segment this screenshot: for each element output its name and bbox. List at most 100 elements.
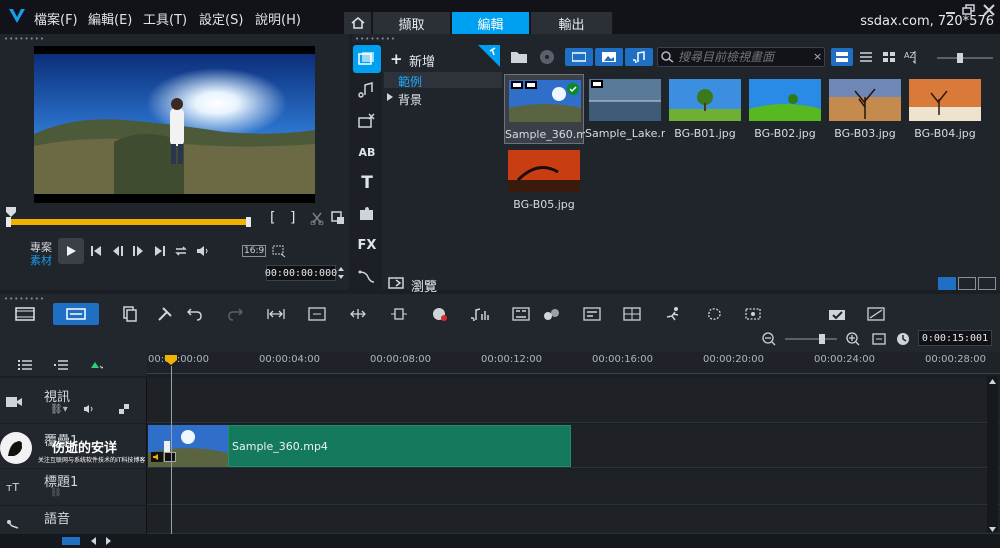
undo-icon[interactable] — [184, 303, 206, 325]
previous-frame-icon[interactable] — [107, 240, 129, 262]
scroll-down-icon[interactable] — [989, 525, 996, 533]
mute-icon[interactable] — [83, 404, 95, 414]
fx-text-icon[interactable]: FX — [353, 231, 381, 259]
tree-item-samples[interactable]: 範例 — [398, 73, 422, 90]
tab-edit[interactable]: 編輯 — [452, 12, 530, 34]
media-icon[interactable] — [353, 45, 381, 73]
thumbnail-bg-b05[interactable]: BG-B05.jpg — [504, 145, 584, 215]
home-start-icon[interactable] — [85, 240, 107, 262]
pin-icon[interactable] — [478, 45, 500, 67]
thumbnail-sample-360[interactable]: Sample_360.m... — [504, 74, 585, 144]
scroll-thumb[interactable] — [62, 537, 80, 545]
stretch-icon[interactable] — [347, 303, 369, 325]
aspect-ratio-button[interactable]: 16:9 — [242, 245, 267, 257]
mark-in-button[interactable]: [ — [270, 210, 275, 226]
track-manager-icon[interactable] — [14, 354, 36, 376]
menu-settings[interactable]: 設定(S) — [199, 9, 243, 28]
timecode-stepper[interactable] — [337, 264, 345, 282]
library-view-a-icon[interactable] — [938, 277, 956, 290]
add-folder-plus-icon[interactable]: + — [390, 50, 403, 68]
search-clear-icon[interactable]: × — [813, 50, 822, 63]
pan-zoom-icon[interactable] — [742, 303, 764, 325]
sound-effect-icon[interactable] — [865, 303, 887, 325]
link-icon[interactable]: ⛓▾ — [50, 404, 68, 415]
thumbnail-size-slider[interactable] — [937, 57, 993, 59]
thumbnail-bg-b03[interactable]: BG-B03.jpg — [825, 74, 905, 144]
zoom-slider-handle[interactable] — [819, 334, 825, 344]
search-input[interactable] — [678, 49, 810, 65]
horizontal-scrollbar[interactable] — [0, 534, 1000, 548]
menu-tools[interactable]: 工具(T) — [143, 9, 187, 28]
smart-package-icon[interactable] — [826, 303, 848, 325]
view-grid-button[interactable] — [878, 48, 900, 66]
repeat-icon[interactable] — [170, 240, 192, 262]
disc-icon[interactable] — [536, 46, 558, 68]
library-edit-icon[interactable] — [978, 277, 996, 290]
mode-clip[interactable]: 素材 — [30, 252, 52, 268]
menu-edit[interactable]: 編輯(E) — [88, 9, 132, 28]
split-clip-icon[interactable] — [306, 207, 328, 229]
path-icon[interactable] — [353, 262, 381, 290]
scrub-handle[interactable] — [6, 207, 16, 217]
auto-music-icon[interactable] — [510, 303, 532, 325]
record-icon[interactable] — [429, 303, 451, 325]
view-list-button[interactable] — [855, 48, 877, 66]
thumbnail-size-handle[interactable] — [957, 53, 963, 63]
link-icon[interactable]: ⛓ — [50, 488, 61, 498]
mark-out-button[interactable]: ] — [290, 210, 295, 226]
filter-audio-button[interactable] — [625, 48, 653, 66]
trim-bar[interactable] — [6, 219, 251, 225]
player-timecode[interactable]: 00:00:00:000 — [265, 265, 337, 281]
end-icon[interactable] — [149, 240, 171, 262]
tree-item-backgrounds[interactable]: 背景 — [398, 91, 422, 108]
scroll-left-icon[interactable] — [90, 537, 97, 545]
motion-track-icon[interactable] — [541, 303, 563, 325]
add-folder-button[interactable]: 新增 — [409, 51, 435, 70]
menu-help[interactable]: 說明(H) — [255, 9, 301, 28]
scroll-right-icon[interactable] — [105, 537, 112, 545]
home-tab[interactable] — [344, 12, 372, 34]
thumbnail-sample-lake[interactable]: Sample_Lake.m... — [585, 74, 665, 144]
filter-photo-button[interactable] — [595, 48, 623, 66]
transparency-icon[interactable] — [119, 404, 129, 414]
sort-icon[interactable]: AZ — [904, 48, 918, 66]
ab-title-icon[interactable]: AB — [353, 138, 381, 166]
add-track-icon[interactable] — [84, 354, 106, 376]
trim-end-marker[interactable] — [246, 217, 251, 227]
chapter-point-icon[interactable] — [50, 354, 72, 376]
music-note-icon[interactable] — [353, 76, 381, 104]
thumbnail-bg-b04[interactable]: BG-B04.jpg — [905, 74, 985, 144]
enlarge-preview-icon[interactable] — [327, 207, 349, 229]
fit-timeline-icon[interactable] — [265, 303, 287, 325]
zoom-out-icon[interactable] — [758, 328, 780, 350]
next-frame-icon[interactable] — [127, 240, 149, 262]
title-t-icon[interactable]: T — [353, 169, 381, 197]
play-button[interactable] — [58, 238, 84, 264]
trim-start-marker[interactable] — [6, 217, 11, 227]
menu-file[interactable]: 檔案(F) — [34, 9, 78, 28]
zoom-slider[interactable] — [785, 338, 837, 340]
thumbnail-bg-b01[interactable]: BG-B01.jpg — [665, 74, 745, 144]
audio-mixer-icon[interactable] — [469, 303, 491, 325]
crop-icon[interactable] — [268, 240, 290, 262]
ripple-icon[interactable] — [388, 303, 410, 325]
screen-size-icon[interactable] — [306, 303, 328, 325]
storyboard-view-icon[interactable] — [14, 303, 36, 325]
subtitle-editor-icon[interactable] — [581, 303, 603, 325]
copy-icon[interactable] — [119, 303, 141, 325]
vertical-scrollbar[interactable] — [987, 376, 998, 532]
transition-icon[interactable] — [353, 107, 381, 135]
zoom-in-icon[interactable] — [842, 328, 864, 350]
import-folder-icon[interactable] — [508, 46, 530, 68]
fit-project-icon[interactable] — [868, 328, 890, 350]
volume-icon[interactable] — [192, 240, 214, 262]
tab-output[interactable]: 輸出 — [531, 12, 613, 34]
tab-capture[interactable]: 擷取 — [373, 12, 451, 34]
thumbnail-bg-b02[interactable]: BG-B02.jpg — [745, 74, 825, 144]
redo-icon[interactable] — [224, 303, 246, 325]
tools-icon[interactable] — [154, 303, 176, 325]
view-thumbnail-button[interactable] — [831, 48, 853, 66]
puzzle-icon[interactable] — [353, 200, 381, 228]
tree-expand-icon[interactable] — [387, 93, 393, 101]
scroll-up-icon[interactable] — [989, 378, 996, 386]
